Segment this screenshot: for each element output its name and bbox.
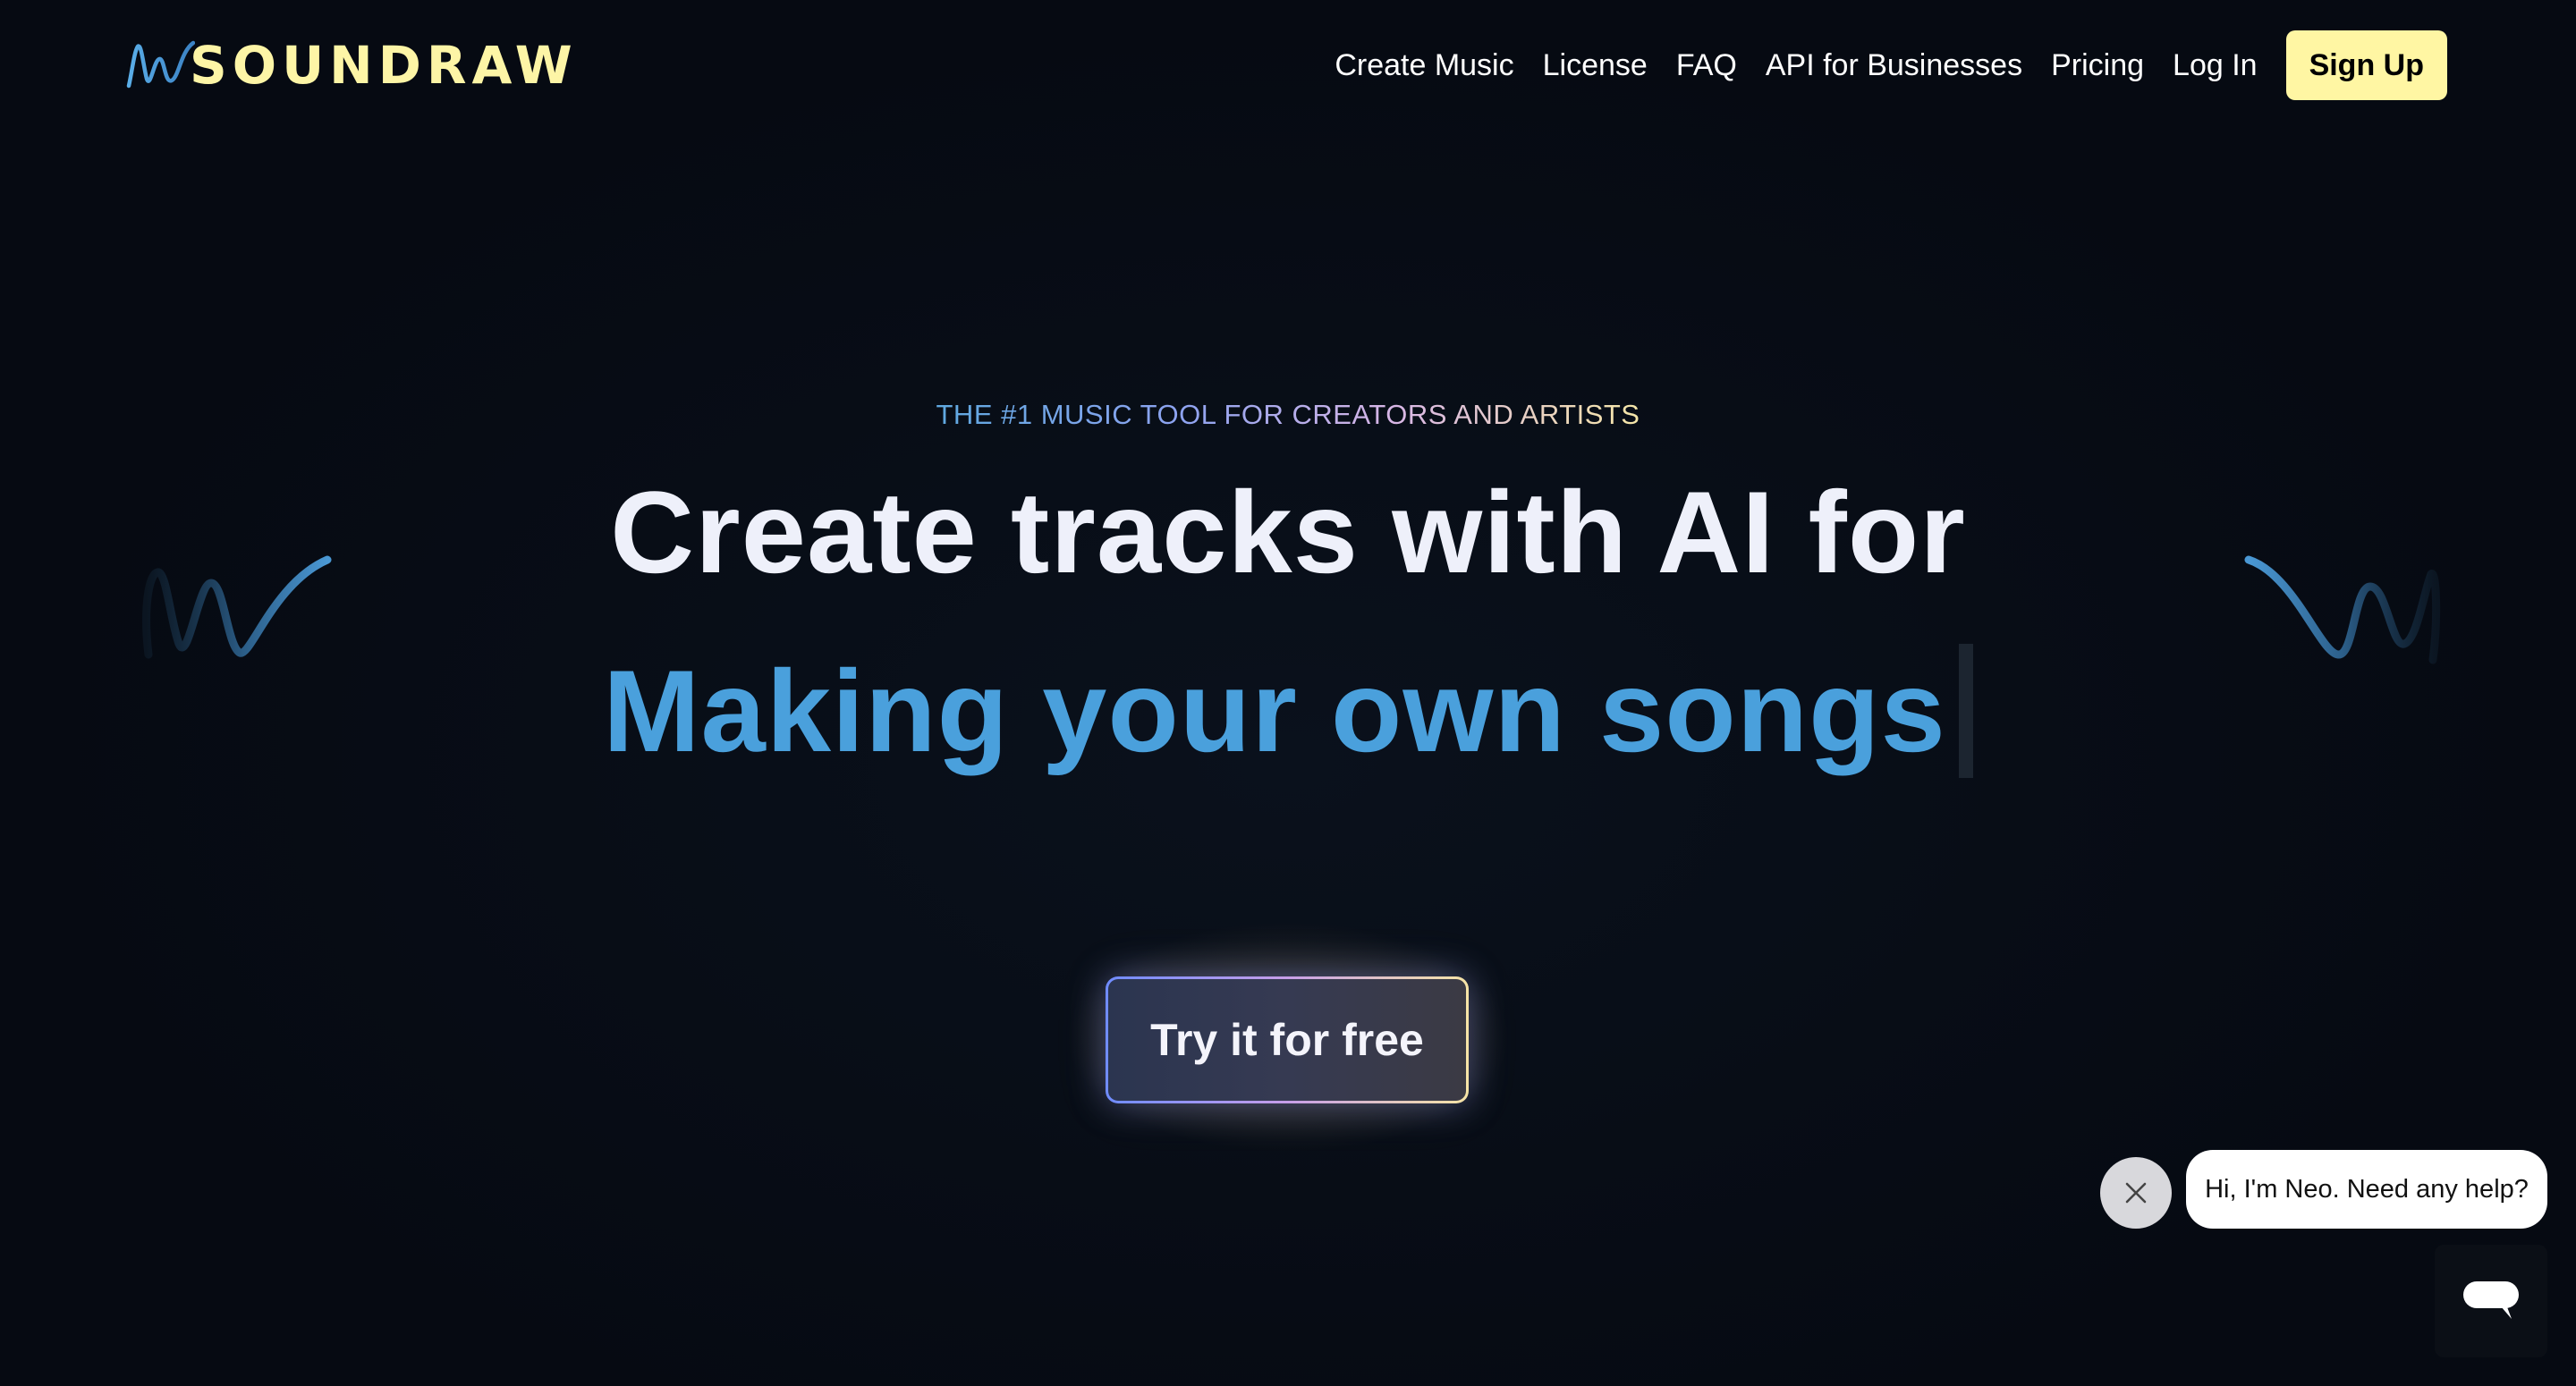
logo[interactable]: SOUNDRAW <box>125 34 578 97</box>
nav-log-in[interactable]: Log In <box>2173 50 2258 80</box>
chat-launcher-button[interactable] <box>2435 1245 2547 1357</box>
main-nav: Create Music License FAQ API for Busines… <box>1335 30 2447 100</box>
site-header: SOUNDRAW Create Music License FAQ API fo… <box>0 0 2576 131</box>
hero-eyebrow-text: THE #1 MUSIC TOOL FOR CREATORS AND ARTIS… <box>936 399 1640 430</box>
nav-pricing[interactable]: Pricing <box>2051 50 2144 80</box>
waveform-logo-icon <box>126 40 195 89</box>
nav-api-for-businesses[interactable]: API for Businesses <box>1766 50 2022 80</box>
chat-greeting-bubble[interactable]: Hi, I'm Neo. Need any help? <box>2186 1150 2547 1229</box>
logo-wordmark: SOUNDRAW <box>190 35 578 96</box>
chat-icon <box>2463 1281 2519 1319</box>
hero-typing-line: Making your own songs <box>0 644 2576 778</box>
close-icon <box>2125 1182 2147 1204</box>
typing-caret <box>1958 644 1973 778</box>
hero-subline: Making your own songs <box>603 646 1946 776</box>
cta-label: Try it for free <box>1108 979 1466 1101</box>
nav-license[interactable]: License <box>1543 50 1648 80</box>
sign-up-button[interactable]: Sign Up <box>2285 30 2447 100</box>
hero-eyebrow: THE #1 MUSIC TOOL FOR CREATORS AND ARTIS… <box>0 401 2576 428</box>
page: SOUNDRAW Create Music License FAQ API fo… <box>0 0 2576 1386</box>
hero-headline: Create tracks with AI for <box>610 467 1966 597</box>
chat-close-button[interactable] <box>2100 1157 2172 1229</box>
nav-faq[interactable]: FAQ <box>1676 50 1737 80</box>
nav-create-music[interactable]: Create Music <box>1335 50 1513 80</box>
try-it-for-free-button[interactable]: Try it for free <box>1106 976 1469 1103</box>
